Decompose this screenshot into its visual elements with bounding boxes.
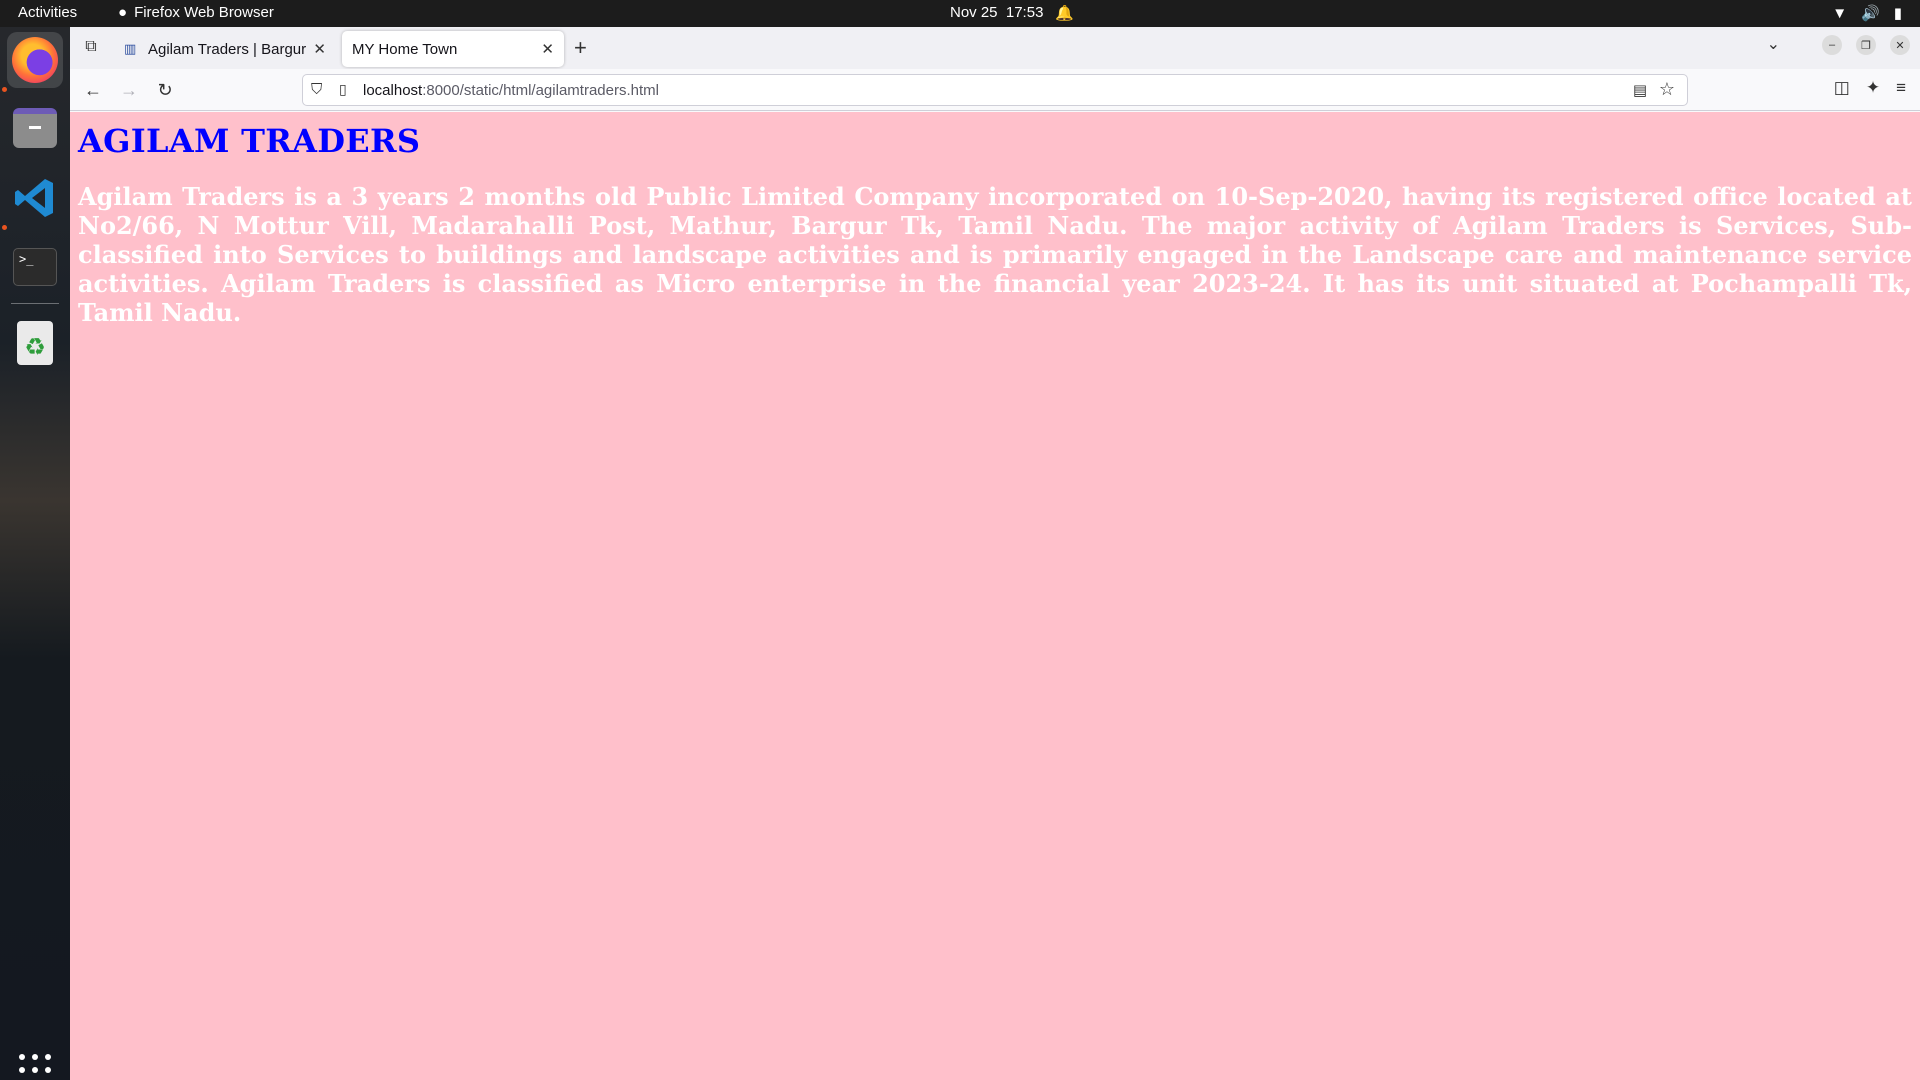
clock[interactable]: Nov 25 17:53	[950, 4, 1043, 21]
window-controls: ⌄ – ❐ ✕	[1767, 35, 1910, 55]
battery-icon: ▮	[1893, 5, 1902, 22]
running-indicator	[2, 225, 7, 230]
url-host: localhost	[363, 82, 423, 99]
firefox-view-icon[interactable]: ⧉	[80, 38, 102, 58]
reload-icon[interactable]: ↻	[152, 77, 178, 103]
app-menu-label: Firefox Web Browser	[134, 4, 274, 21]
tab-my-home-town[interactable]: MY Home Town ✕	[342, 31, 564, 67]
back-arrow-icon[interactable]: ←	[80, 77, 106, 103]
new-tab-plus-icon[interactable]: +	[574, 35, 587, 61]
show-apps-grid-icon[interactable]	[19, 1054, 51, 1080]
page-info-icon[interactable]: ▯	[339, 81, 347, 98]
page-heading: AGILAM TRADERS	[78, 122, 421, 160]
clock-date: Nov 25	[950, 4, 998, 21]
notification-bell-icon[interactable]: 🔔	[1055, 4, 1074, 22]
activities-button[interactable]: Activities	[18, 4, 77, 21]
navigation-bar: ← → ↻ ⛉ ▯ localhost:8000/static/html/agi…	[70, 69, 1920, 111]
running-indicator	[2, 87, 7, 92]
dock-vscode[interactable]	[7, 170, 63, 226]
close-tab-icon[interactable]: ✕	[541, 40, 554, 58]
reader-view-icon[interactable]: ▤	[1633, 81, 1647, 99]
wifi-icon: ▼	[1832, 4, 1848, 22]
close-window-icon[interactable]: ✕	[1890, 35, 1910, 55]
page-content: AGILAM TRADERS Agilam Traders is a 3 yea…	[70, 112, 1920, 1080]
close-tab-icon[interactable]: ✕	[313, 40, 326, 58]
tab-bar: ⧉ ▥ Agilam Traders | Bargur T ✕ MY Home …	[70, 27, 1920, 69]
vscode-icon	[15, 179, 53, 217]
hamburger-menu-icon[interactable]: ≡	[1896, 78, 1906, 98]
url-text[interactable]: localhost:8000/static/html/agilamtraders…	[363, 82, 659, 99]
tracking-shield-icon[interactable]: ⛉	[311, 81, 322, 98]
firefox-window: ⧉ ▥ Agilam Traders | Bargur T ✕ MY Home …	[70, 27, 1920, 1080]
bar-chart-favicon-icon: ▥	[124, 41, 137, 56]
extensions-icon[interactable]: ✦	[1866, 78, 1880, 98]
clock-time: 17:53	[1005, 4, 1044, 21]
bookmark-star-icon[interactable]: ☆	[1659, 79, 1675, 100]
system-top-bar: Activities ● Firefox Web Browser Nov 25 …	[0, 0, 1920, 27]
company-description: Agilam Traders is a 3 years 2 months old…	[78, 182, 1912, 327]
url-path: :8000/static/html/agilamtraders.html	[422, 82, 659, 99]
toolbar-right: ◫ ✦ ≡	[1834, 78, 1906, 98]
system-tray[interactable]: ▼ 🔊 ▮	[1832, 4, 1902, 23]
dock-files[interactable]	[7, 100, 63, 156]
dock-terminal[interactable]: >_	[7, 239, 63, 295]
tab-title: Agilam Traders | Bargur T	[148, 40, 308, 58]
files-icon	[13, 108, 57, 148]
dock: >_ ♻	[0, 27, 70, 1080]
restore-icon[interactable]: ❐	[1856, 35, 1876, 55]
app-menu[interactable]: ● Firefox Web Browser	[118, 4, 274, 21]
forward-arrow-icon[interactable]: →	[116, 77, 142, 103]
dock-trash[interactable]: ♻	[7, 315, 63, 371]
firefox-small-icon: ●	[118, 4, 128, 21]
dock-separator	[11, 303, 59, 304]
list-all-tabs-chevron-icon[interactable]: ⌄	[1767, 34, 1780, 54]
tab-title: MY Home Town	[352, 40, 458, 58]
minimize-icon[interactable]: –	[1822, 35, 1842, 55]
trash-icon: ♻	[17, 321, 53, 365]
dock-firefox[interactable]	[7, 32, 63, 88]
volume-icon: 🔊	[1861, 5, 1880, 22]
pocket-icon[interactable]: ◫	[1834, 78, 1850, 98]
tab-agilam-traders[interactable]: ▥ Agilam Traders | Bargur T ✕	[114, 31, 336, 67]
firefox-icon	[12, 37, 58, 83]
terminal-icon: >_	[13, 248, 57, 286]
address-bar[interactable]: ⛉ ▯ localhost:8000/static/html/agilamtra…	[302, 74, 1688, 106]
